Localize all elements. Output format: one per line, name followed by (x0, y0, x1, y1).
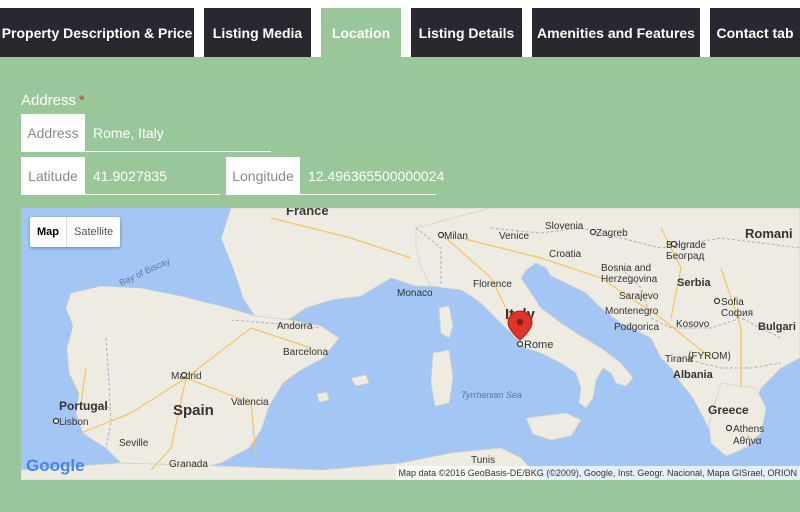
address-input[interactable]: Rome, Italy (85, 114, 271, 152)
label-belgrade-cyr: Београд (666, 251, 704, 262)
longitude-prefix: Longitude (226, 157, 300, 195)
map-type-map-button[interactable]: Map (30, 217, 66, 247)
map-attribution: Map data ©2016 GeoBasis-DE/BKG (©2009), … (395, 466, 800, 480)
label-podgorica: Podgorica (614, 322, 659, 333)
tab-listing-details[interactable]: Listing Details (411, 8, 522, 57)
label-tunis: Tunis (471, 455, 495, 466)
label-zagreb: Zagreb (596, 228, 628, 239)
label-france: France (286, 208, 329, 218)
label-fyrom: (FYROM) (688, 351, 731, 362)
label-barcelona: Barcelona (283, 347, 328, 358)
map-type-control: Map Satellite (30, 217, 121, 247)
label-slovenia: Slovenia (545, 221, 584, 232)
address-label: Address * (21, 92, 85, 109)
tab-location[interactable]: Location (321, 8, 401, 57)
label-tyrrhenian: Tyrrhenian Sea (461, 390, 522, 400)
label-serbia: Serbia (677, 277, 712, 289)
label-sofia-cyr: София (721, 307, 753, 319)
label-bulgaria: Bulgari (758, 321, 796, 333)
latitude-prefix: Latitude (21, 157, 85, 195)
label-albania: Albania (673, 369, 714, 381)
required-mark: * (79, 92, 85, 109)
label-monaco: Monaco (397, 288, 433, 299)
label-portugal: Portugal (59, 399, 108, 413)
label-florence: Florence (473, 279, 512, 290)
longitude-input[interactable]: 12.496365500000024 (300, 157, 444, 195)
location-map[interactable]: France Bay of Biscay Andorra Barcelona M… (21, 208, 800, 480)
label-granada: Granada (169, 459, 208, 470)
map-canvas[interactable]: France Bay of Biscay Andorra Barcelona M… (21, 208, 800, 480)
label-sarajevo: Sarajevo (619, 291, 659, 302)
tab-property-description[interactable]: Property Description & Price (0, 8, 194, 57)
label-venice: Venice (499, 231, 529, 242)
label-montenegro: Montenegro (605, 306, 659, 317)
tab-contact[interactable]: Contact tab (710, 8, 800, 57)
label-croatia: Croatia (549, 249, 582, 260)
address-prefix: Address (21, 114, 85, 152)
tab-amenities[interactable]: Amenities and Features (532, 8, 700, 57)
label-andorra: Andorra (277, 321, 313, 332)
label-bosnia: Bosnia and (601, 263, 651, 274)
google-logo[interactable]: Google (26, 456, 85, 476)
label-valencia: Valencia (231, 397, 269, 408)
label-greece: Greece (708, 403, 749, 417)
tab-bar: Property Description & Price Listing Med… (0, 0, 800, 57)
label-sofia: Sofia (721, 297, 744, 308)
label-spain: Spain (173, 402, 214, 419)
label-lisbon: Lisbon (59, 417, 88, 428)
tab-listing-media[interactable]: Listing Media (204, 8, 311, 57)
address-label-text: Address (21, 92, 77, 109)
map-type-satellite-button[interactable]: Satellite (66, 217, 120, 247)
longitude-field[interactable]: Longitude 12.496365500000024 (226, 157, 444, 195)
label-seville: Seville (119, 438, 149, 449)
label-herzegovina: Herzegovina (601, 274, 658, 285)
latitude-input[interactable]: 41.9027835 (85, 157, 220, 195)
label-rome: Rome (524, 339, 553, 351)
label-milan: Milan (444, 231, 468, 242)
label-kosovo: Kosovo (676, 319, 710, 330)
label-romania: Romani (745, 226, 793, 241)
google-logo-text: Google (26, 456, 85, 475)
address-field[interactable]: Address Rome, Italy (21, 114, 271, 152)
label-athens: Athens (733, 424, 764, 435)
label-athens-gr: Αθήνα (733, 435, 762, 447)
latitude-field[interactable]: Latitude 41.9027835 (21, 157, 220, 195)
